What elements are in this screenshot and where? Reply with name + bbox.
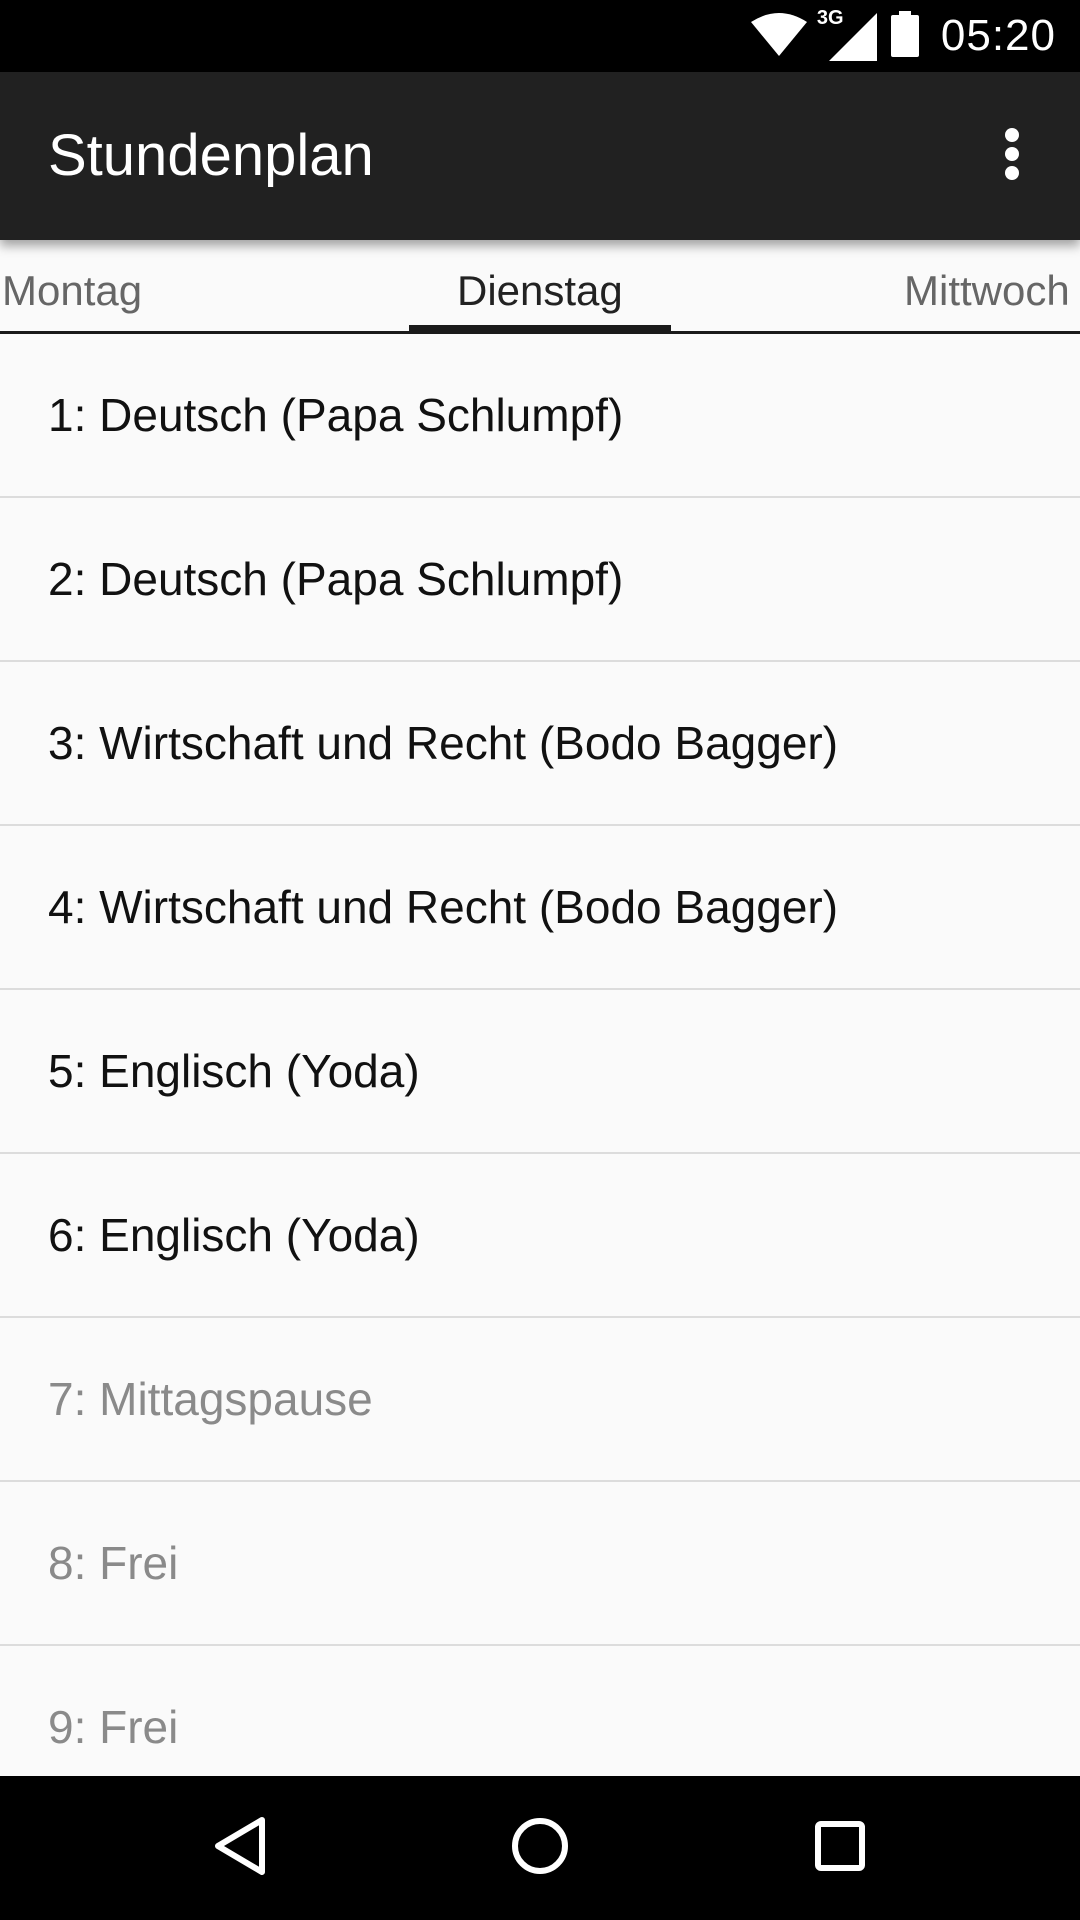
app-bar: Stundenplan: [0, 72, 1080, 240]
list-item-label: 5: Englisch (Yoda): [48, 1045, 420, 1097]
list-item-label: 9: Frei: [48, 1701, 179, 1753]
tab-mittwoch[interactable]: Mittwoch: [904, 240, 1070, 331]
day-tabs: Montag Dienstag Mittwoch: [0, 240, 1080, 334]
recents-icon: [814, 1820, 866, 1877]
list-item[interactable]: 5: Englisch (Yoda): [0, 990, 1080, 1154]
recents-button[interactable]: [790, 1798, 890, 1898]
list-item[interactable]: 9: Frei: [0, 1646, 1080, 1776]
list-item-label: 2: Deutsch (Papa Schlumpf): [48, 553, 624, 605]
overflow-menu-button[interactable]: [972, 116, 1052, 196]
tab-dienstag[interactable]: Dienstag: [457, 240, 623, 331]
list-item[interactable]: 8: Frei: [0, 1482, 1080, 1646]
status-time: 05:20: [940, 11, 1056, 60]
status-bar: 3G 05:20: [0, 0, 1080, 72]
app-title: Stundenplan: [48, 123, 374, 188]
list-item[interactable]: 7: Mittagspause: [0, 1318, 1080, 1482]
network-type-label: 3G: [816, 7, 844, 29]
list-item[interactable]: 4: Wirtschaft und Recht (Bodo Bagger): [0, 826, 1080, 990]
list-item-label: 8: Frei: [48, 1537, 179, 1589]
list-item-label: 6: Englisch (Yoda): [48, 1209, 420, 1261]
navigation-bar: [0, 1776, 1080, 1920]
cell-signal-icon: 3G: [817, 7, 877, 61]
more-vert-icon: [1004, 127, 1020, 185]
back-button[interactable]: [190, 1798, 290, 1898]
home-button[interactable]: [490, 1798, 590, 1898]
wifi-icon: [750, 12, 807, 61]
home-icon: [510, 1816, 570, 1881]
list-item[interactable]: 2: Deutsch (Papa Schlumpf): [0, 498, 1080, 662]
list-item[interactable]: 6: Englisch (Yoda): [0, 1154, 1080, 1318]
list-item[interactable]: 1: Deutsch (Papa Schlumpf): [0, 334, 1080, 498]
back-icon: [212, 1816, 268, 1881]
tab-indicator: [409, 325, 671, 331]
battery-icon: [890, 10, 919, 62]
status-icons: 3G 05:20: [750, 0, 1056, 72]
list-item-label: 1: Deutsch (Papa Schlumpf): [48, 389, 624, 441]
list-item-label: 4: Wirtschaft und Recht (Bodo Bagger): [48, 881, 839, 933]
lesson-list: 1: Deutsch (Papa Schlumpf) 2: Deutsch (P…: [0, 334, 1080, 1776]
list-item-label: 7: Mittagspause: [48, 1373, 373, 1425]
tab-montag[interactable]: Montag: [2, 240, 142, 331]
list-item[interactable]: 3: Wirtschaft und Recht (Bodo Bagger): [0, 662, 1080, 826]
list-item-label: 3: Wirtschaft und Recht (Bodo Bagger): [48, 717, 839, 769]
